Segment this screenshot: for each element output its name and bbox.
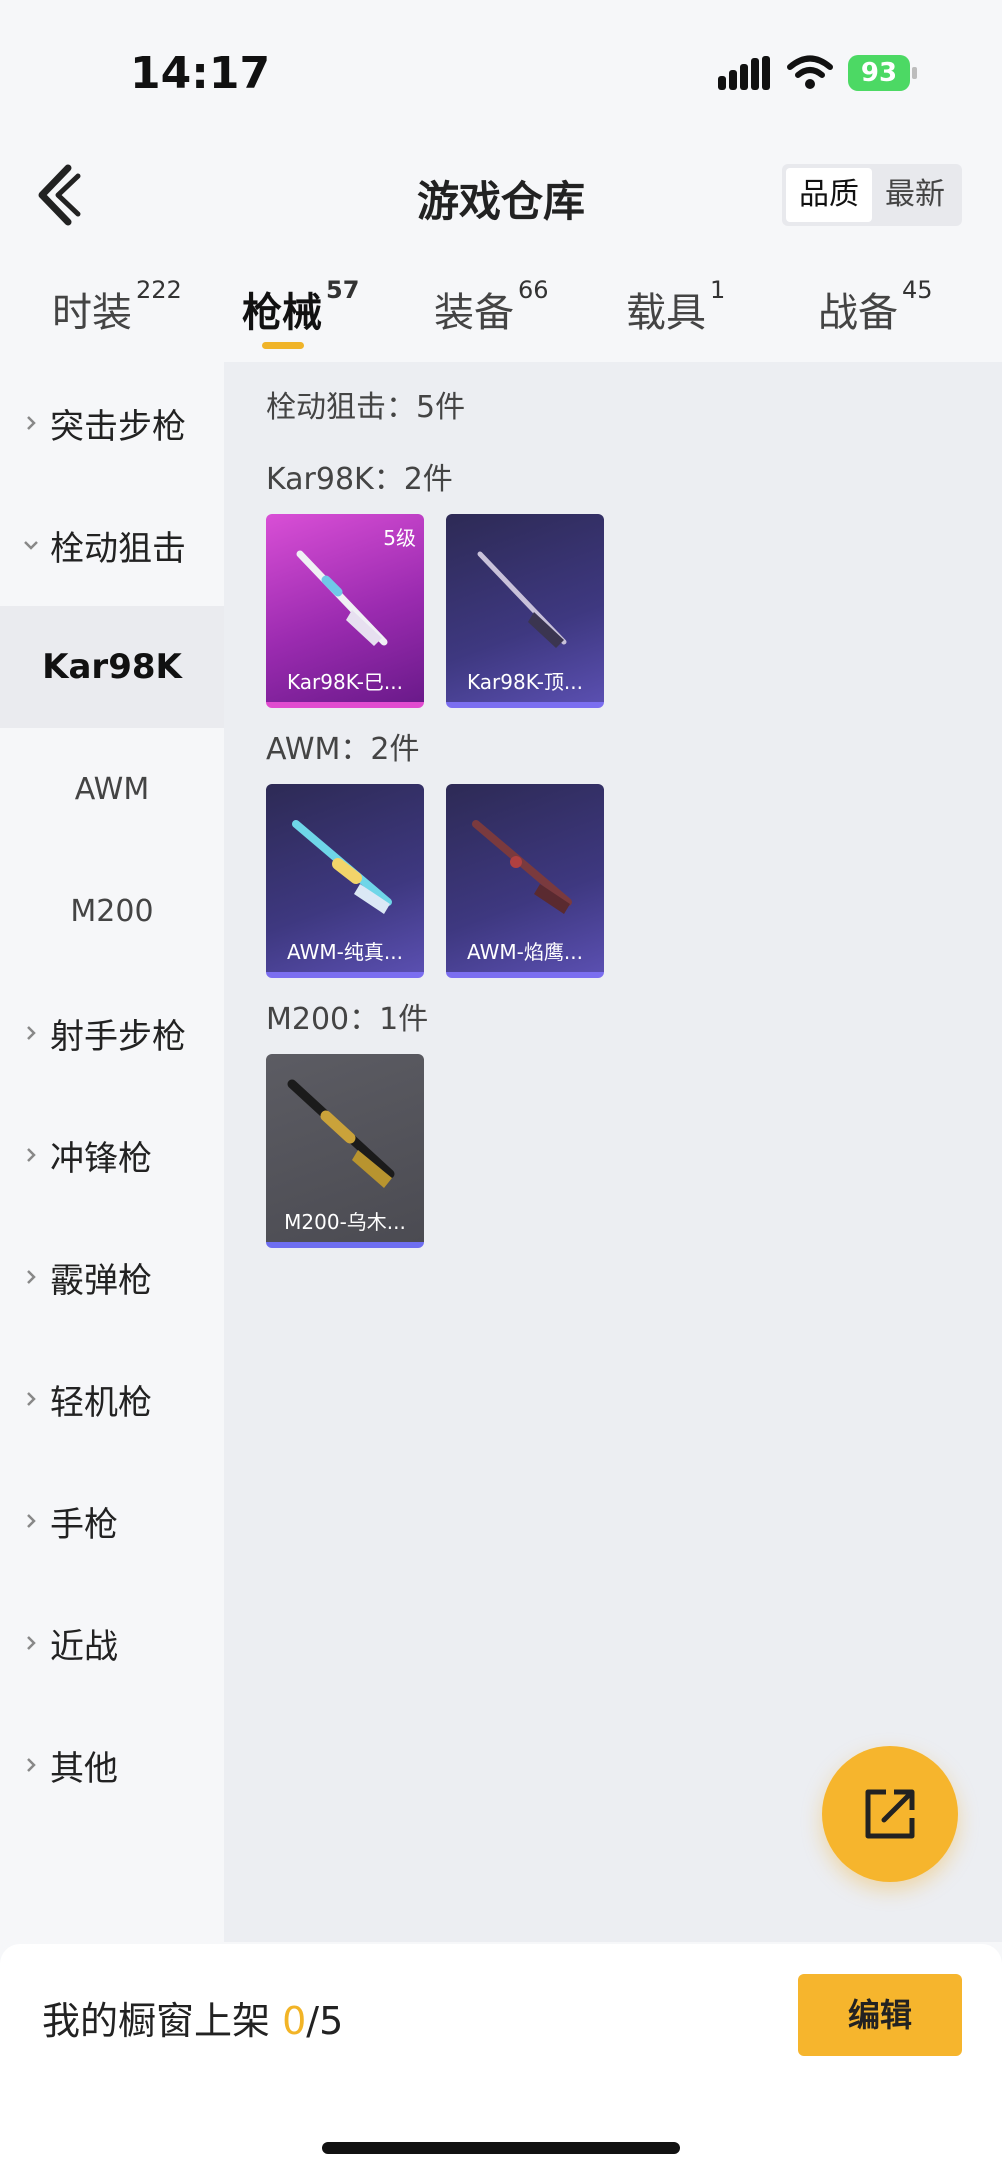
sort-option-latest[interactable]: 最新: [872, 168, 958, 222]
sidebar-item-label: 其他: [50, 1748, 118, 1789]
sidebar-item-shotgun[interactable]: 霰弹枪: [0, 1216, 224, 1338]
item-card[interactable]: M200-乌木...: [266, 1054, 424, 1248]
sort-toggle: 品质 最新: [782, 164, 962, 226]
tab-equipment[interactable]: 装备 66: [434, 276, 549, 338]
item-card[interactable]: AWM-焰鹰...: [446, 784, 604, 978]
item-name: AWM-纯真...: [287, 940, 403, 964]
sidebar-item-assault-rifle[interactable]: 突击步枪: [0, 362, 224, 484]
wifi-icon: [787, 55, 833, 89]
showcase-label: 我的橱窗上架: [42, 1999, 283, 2043]
chevron-right-icon: [27, 1392, 36, 1406]
chevron-down-icon: [24, 541, 38, 550]
tab-count: 45: [902, 276, 933, 304]
sidebar-item-bolt-sniper[interactable]: 栓动狙击: [0, 484, 224, 606]
sidebar: 突击步枪 栓动狙击 Kar98K AWM M200 射手步枪 冲锋枪 霰弹枪 轻…: [0, 362, 224, 1942]
chevron-right-icon: [27, 1758, 36, 1772]
tab-label: 装备: [434, 290, 514, 336]
battery-icon: 93: [848, 55, 918, 91]
showcase-status: 我的橱窗上架 0/5: [42, 1990, 343, 2045]
rarity-bar: [266, 972, 424, 978]
tab-count: 222: [136, 276, 182, 304]
showcase-total: /5: [306, 1999, 344, 2043]
group-header: M200：1件: [266, 1002, 429, 1037]
sidebar-item-marksman-rifle[interactable]: 射手步枪: [0, 972, 224, 1094]
item-card[interactable]: 5级 Kar98K-巳...: [266, 514, 424, 708]
tab-count: 66: [518, 276, 549, 304]
active-tab-indicator: [262, 342, 304, 349]
chevron-right-icon: [27, 1026, 36, 1040]
showcase-current-count: 0: [282, 1999, 307, 2043]
item-card[interactable]: AWM-纯真...: [266, 784, 424, 978]
chevron-right-icon: [27, 1270, 36, 1284]
chevron-right-icon: [27, 1636, 36, 1650]
edit-button[interactable]: 编辑: [798, 1974, 962, 2056]
status-time: 14:17: [130, 48, 271, 99]
chevron-right-icon: [27, 1514, 36, 1528]
share-fab-button[interactable]: [822, 1746, 958, 1882]
group-header: Kar98K：2件: [266, 462, 453, 497]
category-summary: 栓动狙击：5件: [266, 390, 466, 425]
rarity-bar: [446, 702, 604, 708]
sidebar-item-label: 射手步枪: [50, 1016, 186, 1057]
sidebar-item-smg[interactable]: 冲锋枪: [0, 1094, 224, 1216]
sidebar-item-label: 霰弹枪: [50, 1260, 152, 1301]
sidebar-item-other[interactable]: 其他: [0, 1704, 224, 1826]
tab-label: 枪械: [242, 290, 322, 336]
group-header: AWM：2件: [266, 732, 420, 767]
tab-firearms[interactable]: 枪械 57: [242, 276, 359, 338]
tab-supplies[interactable]: 战备 45: [818, 276, 933, 338]
rarity-bar: [446, 972, 604, 978]
home-indicator[interactable]: [322, 2142, 680, 2154]
item-name: Kar98K-顶...: [467, 670, 583, 694]
item-level-badge: 5级: [383, 526, 416, 550]
item-name: M200-乌木...: [284, 1210, 406, 1234]
sidebar-item-label: 手枪: [50, 1504, 118, 1545]
item-name: Kar98K-巳...: [287, 670, 403, 694]
sidebar-item-label: 突击步枪: [50, 406, 186, 447]
item-card[interactable]: Kar98K-顶...: [446, 514, 604, 708]
tab-label: 战备: [818, 290, 898, 336]
sidebar-item-lmg[interactable]: 轻机枪: [0, 1338, 224, 1460]
tab-fashion[interactable]: 时装 222: [52, 276, 182, 338]
status-bar: 14:17 93: [0, 0, 1002, 120]
tab-count: 57: [326, 276, 360, 304]
battery-level: 93: [848, 55, 910, 91]
item-grid-panel: 栓动狙击：5件 Kar98K：2件 5级 Kar98K-巳... Kar98K-…: [224, 362, 1002, 1942]
sidebar-subitem-kar98k[interactable]: Kar98K: [0, 606, 224, 728]
sidebar-item-label: 栓动狙击: [50, 528, 186, 569]
tab-count: 1: [710, 276, 726, 304]
tab-label: 时装: [52, 290, 132, 336]
sidebar-subitem-awm[interactable]: AWM: [0, 728, 224, 850]
chevron-right-icon: [27, 1148, 36, 1162]
rarity-bar: [266, 702, 424, 708]
sidebar-subitem-m200[interactable]: M200: [0, 850, 224, 972]
rarity-bar: [266, 1242, 424, 1248]
share-external-icon: [865, 1789, 915, 1839]
tab-label: 载具: [626, 290, 706, 336]
bottom-bar: 我的橱窗上架 0/5 编辑: [0, 1944, 1002, 2173]
sidebar-item-label: 冲锋枪: [50, 1138, 152, 1179]
item-name: AWM-焰鹰...: [467, 940, 583, 964]
tab-vehicles[interactable]: 载具 1: [626, 276, 725, 338]
chevron-right-icon: [27, 416, 36, 430]
sidebar-item-label: 近战: [50, 1626, 118, 1667]
sort-option-quality[interactable]: 品质: [786, 168, 872, 222]
category-tabs: 时装 222 枪械 57 装备 66 载具 1 战备 45: [0, 270, 1002, 360]
cellular-signal-icon: [718, 56, 770, 90]
sidebar-item-label: 轻机枪: [50, 1382, 152, 1423]
sidebar-item-pistol[interactable]: 手枪: [0, 1460, 224, 1582]
sidebar-item-melee[interactable]: 近战: [0, 1582, 224, 1704]
header: 游戏仓库 品质 最新: [0, 150, 1002, 240]
